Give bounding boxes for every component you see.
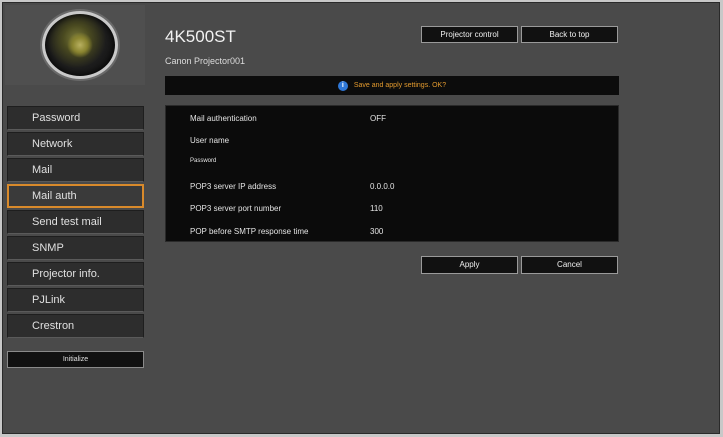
cancel-button[interactable]: Cancel [521, 256, 618, 274]
confirmation-message-bar: i Save and apply settings. OK? [165, 76, 619, 95]
info-icon: i [337, 80, 348, 91]
projector-lens-logo [42, 11, 118, 79]
setting-value: 0.0.0.0 [370, 182, 395, 191]
sidebar-item-send-test-mail[interactable]: Send test mail [7, 210, 144, 234]
initialize-button[interactable]: Initialize [7, 351, 144, 368]
setting-label: POP3 server IP address [190, 182, 277, 191]
setting-value: 110 [370, 204, 383, 213]
logo-area [5, 5, 145, 85]
setting-label: Mail authentication [190, 114, 257, 123]
sidebar-item-mail[interactable]: Mail [7, 158, 144, 182]
sidebar-item-mail-auth[interactable]: Mail auth [7, 184, 144, 208]
setting-label: POP before SMTP response time [190, 227, 309, 236]
sidebar-item-projector-info[interactable]: Projector info. [7, 262, 144, 286]
sidebar-nav: Password Network Mail Mail auth Send tes… [7, 106, 144, 340]
setting-value: 300 [370, 227, 384, 236]
sidebar-item-snmp[interactable]: SNMP [7, 236, 144, 260]
page-title: 4K500ST [165, 27, 236, 46]
web-admin-window: Password Network Mail Mail auth Send tes… [2, 2, 720, 434]
setting-label: POP3 server port number [190, 204, 282, 213]
sidebar-item-crestron[interactable]: Crestron [7, 314, 144, 338]
projector-control-button[interactable]: Projector control [421, 26, 518, 43]
back-to-top-button[interactable]: Back to top [521, 26, 618, 43]
setting-value: OFF [370, 114, 386, 123]
device-name: Canon Projector001 [165, 56, 246, 66]
sidebar-item-pjlink[interactable]: PJLink [7, 288, 144, 312]
mail-auth-settings-panel: Mail authentication OFF User name Passwo… [165, 105, 619, 242]
apply-button[interactable]: Apply [421, 256, 518, 274]
setting-label: Password [190, 158, 217, 164]
setting-label: User name [190, 136, 230, 145]
sidebar-item-network[interactable]: Network [7, 132, 144, 156]
confirmation-message: Save and apply settings. OK? [353, 82, 447, 89]
sidebar-item-password[interactable]: Password [7, 106, 144, 130]
